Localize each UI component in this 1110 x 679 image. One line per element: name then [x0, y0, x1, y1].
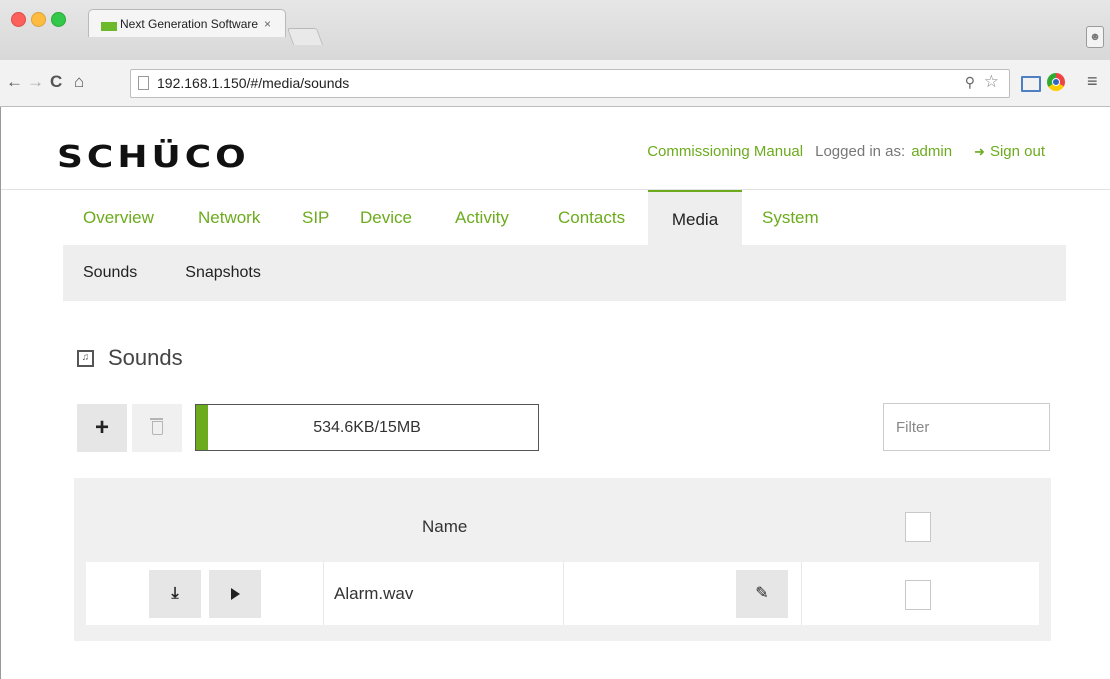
- row-select-cell: [802, 562, 1039, 625]
- add-sound-button[interactable]: +: [77, 404, 127, 452]
- tab-contacts[interactable]: Contacts: [538, 190, 648, 245]
- section-title-text: Sounds: [108, 345, 183, 370]
- download-icon: ⤓: [171, 585, 179, 602]
- sounds-table: Name ⤓ Alarm.wav ✎: [74, 478, 1051, 641]
- favicon-icon: [101, 22, 117, 31]
- trash-icon: [149, 418, 163, 435]
- tab-overview[interactable]: Overview: [63, 190, 178, 245]
- schuco-logo: SCHÜCO: [57, 140, 250, 175]
- commissioning-manual-link[interactable]: Commissioning Manual: [647, 143, 803, 160]
- address-bar[interactable]: 192.168.1.150/#/media/sounds ⚲ ☆: [130, 69, 1010, 98]
- new-tab-button[interactable]: [286, 28, 324, 45]
- forward-arrow-icon[interactable]: →: [27, 73, 44, 91]
- section-title: ♫ Sounds: [77, 345, 183, 371]
- select-all-checkbox[interactable]: [905, 512, 931, 542]
- row-checkbox[interactable]: [905, 580, 931, 610]
- browser-tab[interactable]: Next Generation Software ( ×: [88, 9, 286, 37]
- tab-title: Next Generation Software (: [120, 16, 260, 31]
- play-icon: [230, 587, 240, 600]
- reload-icon[interactable]: C: [50, 73, 62, 91]
- pencil-icon: ✎: [755, 585, 769, 602]
- profile-icon[interactable]: ☻: [1086, 26, 1104, 48]
- home-icon[interactable]: ⌂: [74, 73, 84, 91]
- browser-menu-icon[interactable]: ≡: [1087, 71, 1098, 92]
- row-edit-cell: ✎: [564, 562, 802, 625]
- sign-out-icon: ➜: [974, 144, 985, 159]
- chrome-extension-icon[interactable]: [1047, 73, 1065, 91]
- sign-out-label: Sign out: [989, 143, 1045, 160]
- header-links: Commissioning Manual Logged in as: admin…: [647, 143, 1045, 160]
- window-close-button[interactable]: [11, 12, 26, 27]
- subtab-snapshots[interactable]: Snapshots: [157, 245, 281, 301]
- address-url[interactable]: 192.168.1.150/#/media/sounds: [157, 75, 349, 91]
- tab-activity[interactable]: Activity: [435, 190, 538, 245]
- delete-sound-button[interactable]: [132, 404, 182, 452]
- play-button[interactable]: [209, 570, 261, 618]
- logged-in-label: Logged in as:: [815, 143, 906, 160]
- music-file-icon: ♫: [77, 349, 94, 367]
- table-row: ⤓ Alarm.wav ✎: [86, 562, 1039, 625]
- rename-button[interactable]: ✎: [736, 570, 788, 618]
- main-nav: Overview Network SIP Device Activity Con…: [63, 190, 827, 245]
- sub-nav: Sounds Snapshots: [63, 245, 1066, 301]
- sound-name: Alarm.wav: [334, 584, 414, 603]
- download-button[interactable]: ⤓: [149, 570, 201, 618]
- tab-media[interactable]: Media: [648, 190, 742, 245]
- tab-system[interactable]: System: [742, 190, 827, 245]
- sign-out-link[interactable]: ➜ Sign out: [974, 143, 1045, 160]
- browser-toolbar: ← → C ⌂ 192.168.1.150/#/media/sounds ⚲ ☆…: [0, 60, 1110, 107]
- row-name-cell: Alarm.wav: [324, 562, 564, 625]
- key-icon[interactable]: ⚲: [965, 74, 975, 91]
- storage-usage-bar: 534.6KB/15MB: [195, 404, 539, 451]
- storage-usage-text: 534.6KB/15MB: [313, 419, 421, 436]
- page: SCHÜCO Commissioning Manual Logged in as…: [0, 107, 1110, 679]
- page-icon: [138, 76, 149, 90]
- filter-input[interactable]: [883, 403, 1050, 451]
- tab-sip[interactable]: SIP: [282, 190, 340, 245]
- cast-extension-icon[interactable]: [1021, 76, 1041, 92]
- tab-device[interactable]: Device: [340, 190, 435, 245]
- window-minimize-button[interactable]: [31, 12, 46, 27]
- browser-tab-bar: Next Generation Software ( × ☻: [0, 0, 1110, 60]
- back-arrow-icon[interactable]: ←: [6, 73, 23, 91]
- column-header-name[interactable]: Name: [422, 517, 467, 537]
- tab-network[interactable]: Network: [178, 190, 282, 245]
- bookmark-star-icon[interactable]: ☆: [984, 72, 999, 92]
- row-actions-cell: ⤓: [86, 562, 324, 625]
- window-zoom-button[interactable]: [51, 12, 66, 27]
- logged-in-user[interactable]: admin: [911, 143, 952, 160]
- tab-close-icon[interactable]: ×: [264, 17, 271, 31]
- subtab-sounds[interactable]: Sounds: [63, 245, 157, 301]
